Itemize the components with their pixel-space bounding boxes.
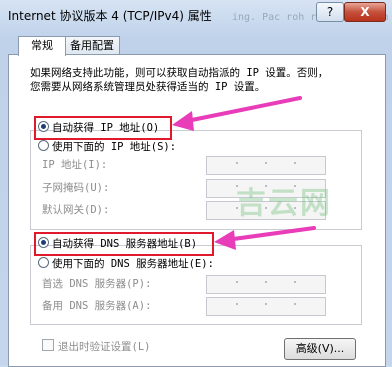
ipv4-properties-dialog: Internet 协议版本 4 (TCP/IPv4) 属性 ing. Pac r… [0, 0, 392, 367]
arrow-to-auto-ip [172, 96, 302, 131]
tab-general[interactable]: 常规 [18, 36, 66, 56]
arrow-to-auto-dns [214, 226, 316, 250]
